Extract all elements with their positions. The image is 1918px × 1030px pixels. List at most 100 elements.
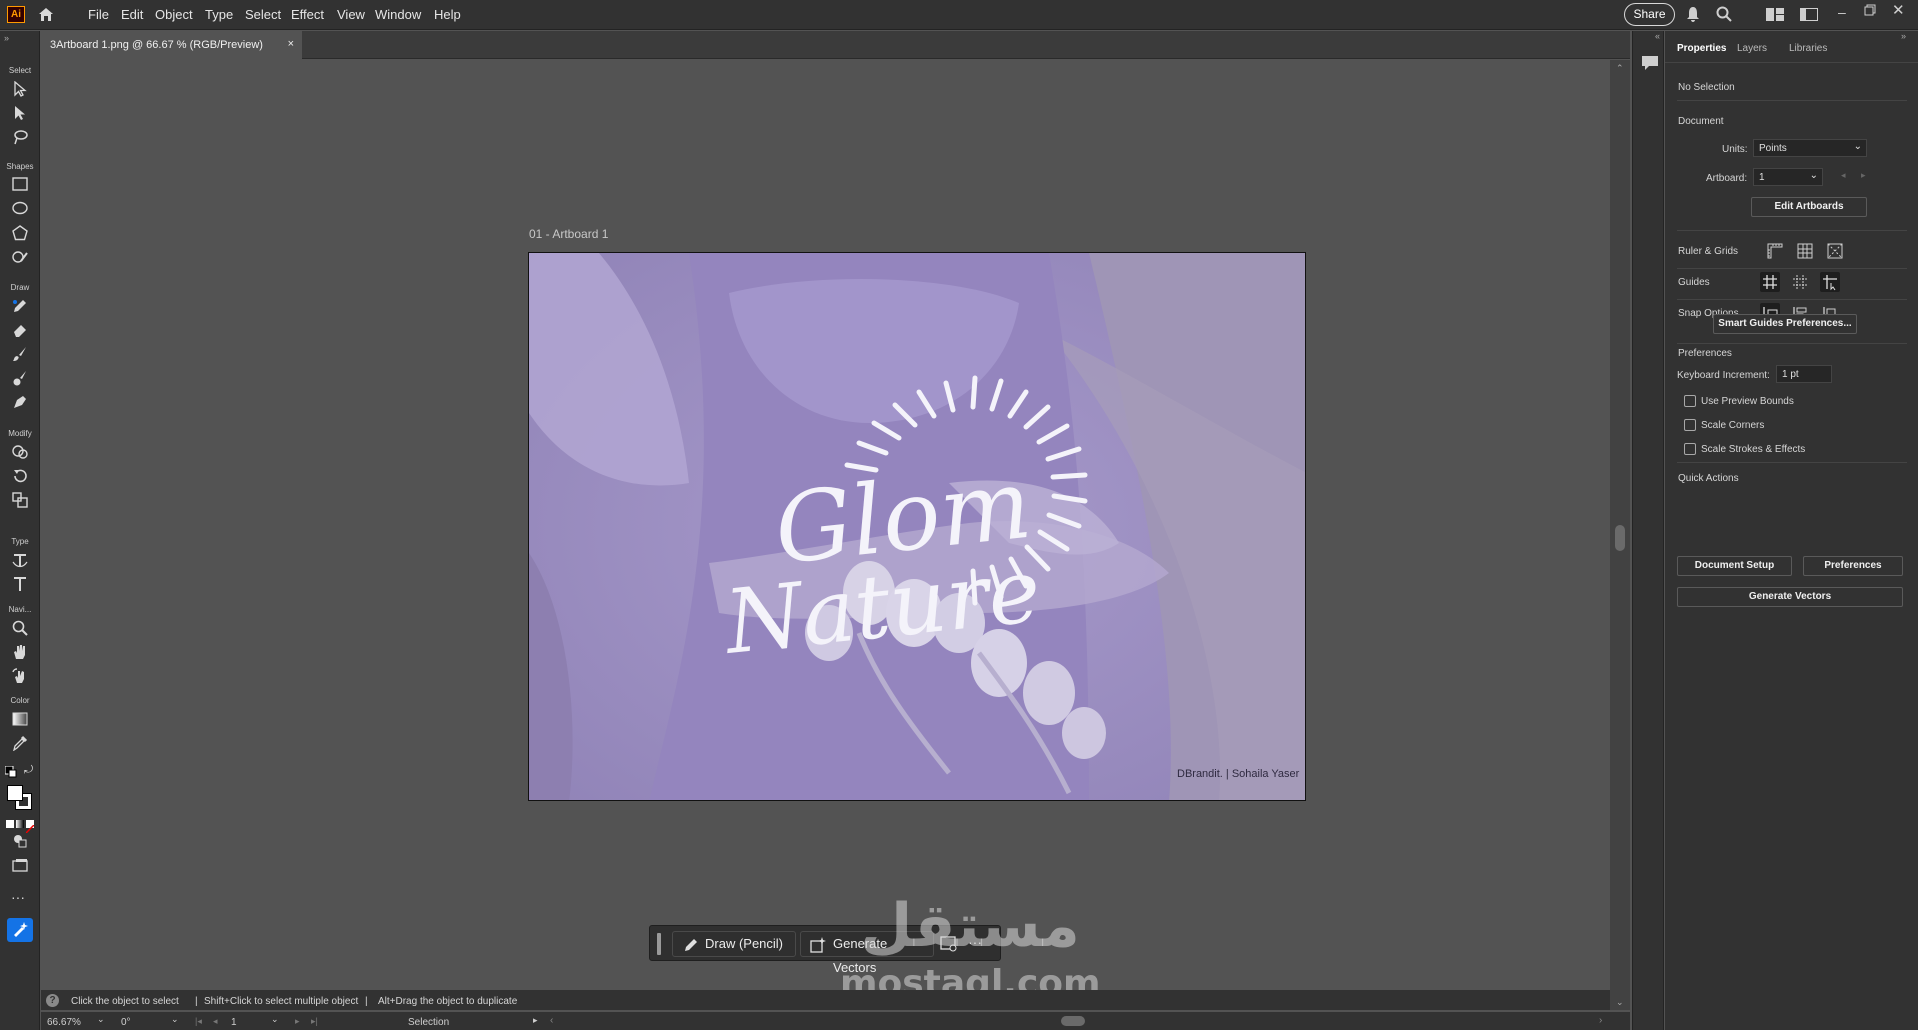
artboard-select[interactable]: 1 ⌄	[1753, 168, 1823, 186]
preferences-button[interactable]: Preferences	[1803, 556, 1903, 576]
menu-edit[interactable]: Edit	[121, 7, 143, 22]
vertical-scroll-thumb[interactable]	[1615, 525, 1625, 551]
transparency-grid-icon[interactable]	[1825, 241, 1845, 261]
previous-artboard-icon[interactable]: ◂	[1841, 170, 1846, 181]
help-icon[interactable]: ?	[46, 994, 59, 1007]
zoom-tool-icon[interactable]	[10, 620, 30, 638]
home-icon[interactable]	[38, 7, 54, 27]
direct-selection-tool-icon[interactable]	[10, 105, 30, 123]
placed-image[interactable]: Glom Nature DBrandit. | Sohaila Yaser	[529, 253, 1306, 801]
smart-guides-preferences-button[interactable]: Smart Guides Preferences...	[1713, 314, 1857, 334]
eyedropper-tool-icon[interactable]	[10, 735, 30, 753]
menu-select[interactable]: Select	[245, 7, 281, 22]
rotation-value[interactable]: 0°	[121, 1017, 131, 1028]
selection-tool-icon[interactable]	[10, 80, 30, 99]
restore-icon[interactable]	[1864, 3, 1876, 21]
rectangle-tool-icon[interactable]	[10, 177, 30, 195]
color-mode-icons[interactable]	[6, 820, 35, 834]
polygon-tool-icon[interactable]	[10, 225, 30, 243]
ellipse-tool-icon[interactable]	[10, 201, 30, 219]
tab-libraries[interactable]: Libraries	[1789, 43, 1827, 54]
draw-pencil-button[interactable]: Draw (Pencil)	[672, 931, 796, 957]
paintbrush-tool-icon[interactable]	[10, 346, 30, 364]
scroll-right-icon[interactable]: ›	[1599, 1015, 1602, 1026]
screen-mode-icon[interactable]	[10, 858, 30, 876]
prev-artboard-icon[interactable]: ◂	[213, 1016, 218, 1027]
scale-corners-checkbox[interactable]	[1684, 419, 1696, 431]
bell-icon[interactable]	[1686, 6, 1700, 27]
scroll-up-icon[interactable]: ⌃	[1616, 63, 1624, 74]
rotate-view-tool-icon[interactable]	[10, 668, 30, 686]
tab-layers[interactable]: Layers	[1737, 43, 1767, 54]
artboard[interactable]: Glom Nature DBrandit. | Sohaila Yaser	[528, 252, 1306, 801]
menu-window[interactable]: Window	[375, 7, 421, 22]
next-artboard-panel-icon[interactable]: ▸	[1861, 170, 1866, 181]
blob-brush-tool-icon[interactable]	[10, 370, 30, 388]
collapse-dock-icon[interactable]: «	[1655, 31, 1660, 41]
zoom-level[interactable]: 66.67%	[47, 1017, 81, 1028]
collapse-toolbar-icon[interactable]: »	[4, 33, 9, 43]
scroll-left-icon[interactable]: ‹	[550, 1015, 553, 1026]
gradient-tool-icon[interactable]	[10, 711, 30, 729]
hint-shift-click: Shift+Click to select multiple object	[204, 996, 359, 1007]
menu-type[interactable]: Type	[205, 7, 233, 22]
next-artboard-icon[interactable]: ▸	[295, 1016, 300, 1027]
artboard-number[interactable]: 1	[231, 1017, 237, 1028]
smart-guides-icon[interactable]	[1820, 272, 1840, 292]
keyboard-increment-input[interactable]: 1 pt	[1776, 365, 1832, 383]
type-on-path-tool-icon[interactable]	[10, 552, 30, 570]
minimize-icon[interactable]: –	[1838, 4, 1846, 20]
comments-icon[interactable]	[1641, 55, 1659, 76]
fill-stroke-swatch[interactable]	[7, 785, 33, 811]
share-button[interactable]: Share	[1624, 3, 1675, 26]
draw-mode-icon[interactable]	[10, 834, 30, 852]
close-tab-icon[interactable]: ×	[288, 38, 294, 50]
horizontal-scroll-thumb[interactable]	[1061, 1016, 1085, 1026]
menu-object[interactable]: Object	[155, 7, 193, 22]
hand-tool-icon[interactable]	[10, 644, 30, 662]
document-setup-button[interactable]: Document Setup	[1677, 556, 1792, 576]
edit-artboards-button[interactable]: Edit Artboards	[1751, 197, 1867, 217]
pencil-tool-icon[interactable]	[10, 298, 30, 316]
show-guides-icon[interactable]	[1760, 272, 1780, 292]
lock-guides-icon[interactable]	[1790, 272, 1810, 292]
menu-help[interactable]: Help	[434, 7, 461, 22]
grid-icon[interactable]	[1795, 241, 1815, 261]
rotate-tool-icon[interactable]	[10, 468, 30, 486]
shaper-tool-icon[interactable]	[10, 249, 30, 267]
pen-tool-icon[interactable]	[10, 394, 30, 412]
scale-strokes-checkbox[interactable]	[1684, 443, 1696, 455]
scroll-down-icon[interactable]: ⌄	[1616, 997, 1624, 1008]
units-select[interactable]: Points ⌄	[1753, 139, 1867, 157]
edit-toolbar-icon[interactable]: ···	[11, 889, 25, 905]
last-artboard-icon[interactable]: ▸|	[311, 1016, 318, 1027]
search-icon[interactable]	[1716, 6, 1732, 27]
tab-properties[interactable]: Properties	[1677, 43, 1726, 54]
type-tool-icon[interactable]	[10, 576, 30, 594]
rotation-dropdown-icon[interactable]: ⌄	[171, 1014, 179, 1025]
generate-vectors-button[interactable]: Generate Vectors	[1677, 587, 1903, 607]
close-window-icon[interactable]: ✕	[1892, 1, 1905, 19]
status-menu-arrow-icon[interactable]: ▸	[533, 1015, 538, 1026]
first-artboard-icon[interactable]: |◂	[195, 1016, 202, 1027]
drag-handle[interactable]	[657, 933, 661, 955]
menu-effect[interactable]: Effect	[291, 7, 324, 22]
shape-builder-tool-icon[interactable]	[10, 444, 30, 462]
lasso-tool-icon[interactable]	[10, 129, 30, 147]
swap-colors-icon[interactable]: ⤾	[24, 764, 33, 777]
scale-tool-icon[interactable]	[10, 492, 30, 510]
vertical-scrollbar[interactable]: ⌃ ⌄	[1610, 60, 1630, 1010]
zoom-dropdown-icon[interactable]: ⌄	[97, 1014, 105, 1025]
eraser-tool-icon[interactable]	[10, 322, 30, 340]
generative-tool-icon[interactable]	[7, 918, 33, 942]
default-colors-icon[interactable]	[4, 765, 17, 783]
arrange-documents-icon[interactable]	[1766, 8, 1784, 26]
menu-file[interactable]: File	[88, 7, 109, 22]
workspace-icon[interactable]	[1800, 8, 1818, 26]
rulers-icon[interactable]	[1765, 241, 1785, 261]
menu-view[interactable]: View	[337, 7, 365, 22]
artboard-dropdown-icon[interactable]: ⌄	[271, 1014, 279, 1025]
use-preview-bounds-checkbox[interactable]	[1684, 395, 1696, 407]
artboard-label[interactable]: 01 - Artboard 1	[529, 227, 608, 241]
document-tab[interactable]: 3Artboard 1.png @ 66.67 % (RGB/Preview) …	[40, 31, 302, 59]
